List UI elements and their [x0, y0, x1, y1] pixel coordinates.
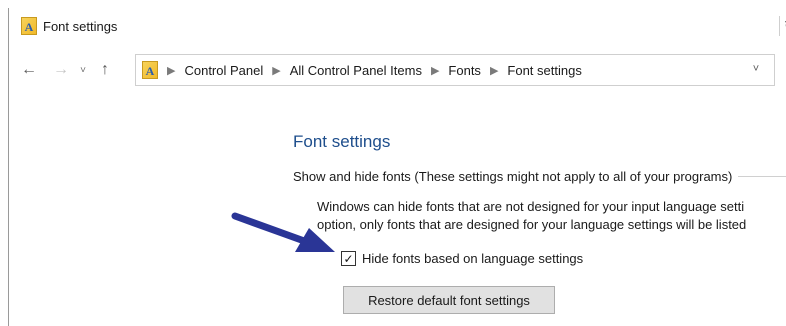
breadcrumb-control-panel[interactable]: Control Panel — [184, 63, 263, 78]
font-settings-icon: A — [21, 17, 37, 35]
window-title: Font settings — [43, 18, 118, 34]
annotation-arrow-icon — [231, 212, 335, 252]
font-settings-icon: A — [142, 61, 158, 79]
refresh-icon[interactable]: ↻ — [779, 16, 786, 36]
group-divider — [738, 175, 786, 177]
breadcrumb-separator-icon[interactable]: ▶ — [490, 64, 498, 77]
hide-fonts-checkbox[interactable]: ✓ — [341, 251, 356, 266]
breadcrumb-font-settings[interactable]: Font settings — [507, 63, 581, 78]
app-icon-glyph: A — [24, 20, 34, 34]
description-line-1: Windows can hide fonts that are not desi… — [317, 199, 745, 214]
breadcrumb-fonts[interactable]: Fonts — [448, 63, 481, 78]
app-icon-glyph: A — [145, 64, 155, 78]
chevron-down-icon[interactable]: ˅ — [75, 58, 91, 82]
breadcrumb-separator-icon[interactable]: ▶ — [272, 64, 280, 77]
forward-arrow-icon[interactable]: → — [49, 58, 73, 82]
address-dropdown-icon[interactable]: ˅ — [748, 61, 764, 77]
breadcrumb-all-control-panel-items[interactable]: All Control Panel Items — [290, 63, 422, 78]
breadcrumb-separator-icon[interactable]: ▶ — [431, 64, 439, 77]
back-arrow-icon[interactable]: ← — [17, 58, 41, 82]
restore-defaults-button[interactable]: Restore default font settings — [343, 286, 555, 314]
breadcrumb-separator-icon: ▶ — [167, 64, 176, 77]
navigation-bar: ← → ˅ ↑ A ▶ Control Panel ▶ All Control … — [9, 52, 786, 88]
explorer-window: A Font settings ← → ˅ ↑ A ▶ Control Pane… — [8, 8, 786, 326]
hide-fonts-label[interactable]: Hide fonts based on language settings — [362, 251, 583, 266]
group-label: Show and hide fonts (These settings migh… — [293, 168, 733, 184]
description-text: Windows can hide fonts that are not desi… — [317, 198, 786, 234]
page-title: Font settings — [293, 132, 391, 151]
address-bar[interactable]: A ▶ Control Panel ▶ All Control Panel It… — [135, 54, 775, 86]
description-line-2: option, only fonts that are designed for… — [317, 217, 747, 232]
hide-fonts-option[interactable]: ✓ Hide fonts based on language settings — [341, 251, 583, 266]
title-bar: A Font settings — [9, 8, 786, 44]
up-arrow-icon[interactable]: ↑ — [93, 58, 117, 82]
main-content: Font settings Show and hide fonts (These… — [9, 88, 786, 326]
fonts-group-header: Show and hide fonts (These settings migh… — [293, 167, 786, 185]
